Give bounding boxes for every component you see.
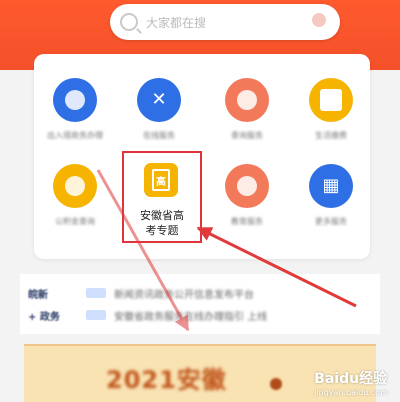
coin-icon [53,164,97,208]
label-line1: 安徽省高 [140,209,184,222]
banner-text: 2021安徽 [106,366,227,394]
service-label: 教育服务 [231,217,263,226]
service-label: 查询服务 [231,131,263,140]
news-chip [86,288,106,298]
search-bar[interactable]: 大家都在搜 [110,4,340,40]
service-tile[interactable]: ▦ 更多服务 [296,164,366,227]
service-tile[interactable]: 查询服务 [212,78,282,141]
book-icon: 高 [144,163,178,197]
news-text: 安徽省政务服务在线办理指引 上线 [114,312,268,323]
search-placeholder: 大家都在搜 [146,16,207,30]
banner-decoration [270,378,282,390]
service-label: 出入境政务办理 [47,131,103,140]
list-item[interactable]: + 政务 安徽省政务服务在线办理指引 上线 [28,308,372,323]
watermark-sub: jingyan.baidu.com [314,388,388,397]
service-label: 生活缴费 [315,131,347,140]
book-glyph: 高 [156,177,166,188]
person-icon [225,164,269,208]
service-grid: 出入境政务办理 ✕ 在线服务 查询服务 生活缴费 公积金查询 教育服务 ▦ 更多… [34,54,370,259]
anhui-gaokao-tile[interactable]: 高 安徽省高 考专题 [122,151,202,243]
voice-icon[interactable] [312,13,326,27]
service-tile[interactable]: 公积金查询 [40,164,110,227]
list-item[interactable]: 皖新 新闻资讯政务公开信息发布平台 [28,286,372,301]
news-list: 皖新 新闻资讯政务公开信息发布平台 + 政务 安徽省政务服务在线办理指引 上线 [20,274,380,334]
service-label: 更多服务 [315,217,347,226]
wallet-icon [309,78,353,122]
news-chip [86,310,106,320]
anhui-gaokao-label: 安徽省高 考专题 [124,208,200,238]
news-text: 新闻资讯政务公开信息发布平台 [114,290,254,301]
service-tile[interactable]: 生活缴费 [296,78,366,141]
news-tag: + 政务 [28,312,60,323]
cross-icon: ✕ [137,78,181,122]
search-icon [225,78,269,122]
phone-icon [53,78,97,122]
service-label: 在线服务 [143,131,175,140]
label-line2: 考专题 [145,224,179,237]
service-tile[interactable]: 出入境政务办理 [40,78,110,141]
service-label: 公积金查询 [55,217,95,226]
watermark-brand: Baidu经验 [314,371,388,387]
news-tag: 皖新 [28,290,48,301]
watermark: Baidu经验 jingyan.baidu.com [314,368,388,397]
grid-icon: ▦ [309,164,353,208]
search-icon [120,13,138,31]
service-tile[interactable]: 教育服务 [212,164,282,227]
service-tile[interactable]: ✕ 在线服务 [124,78,194,141]
